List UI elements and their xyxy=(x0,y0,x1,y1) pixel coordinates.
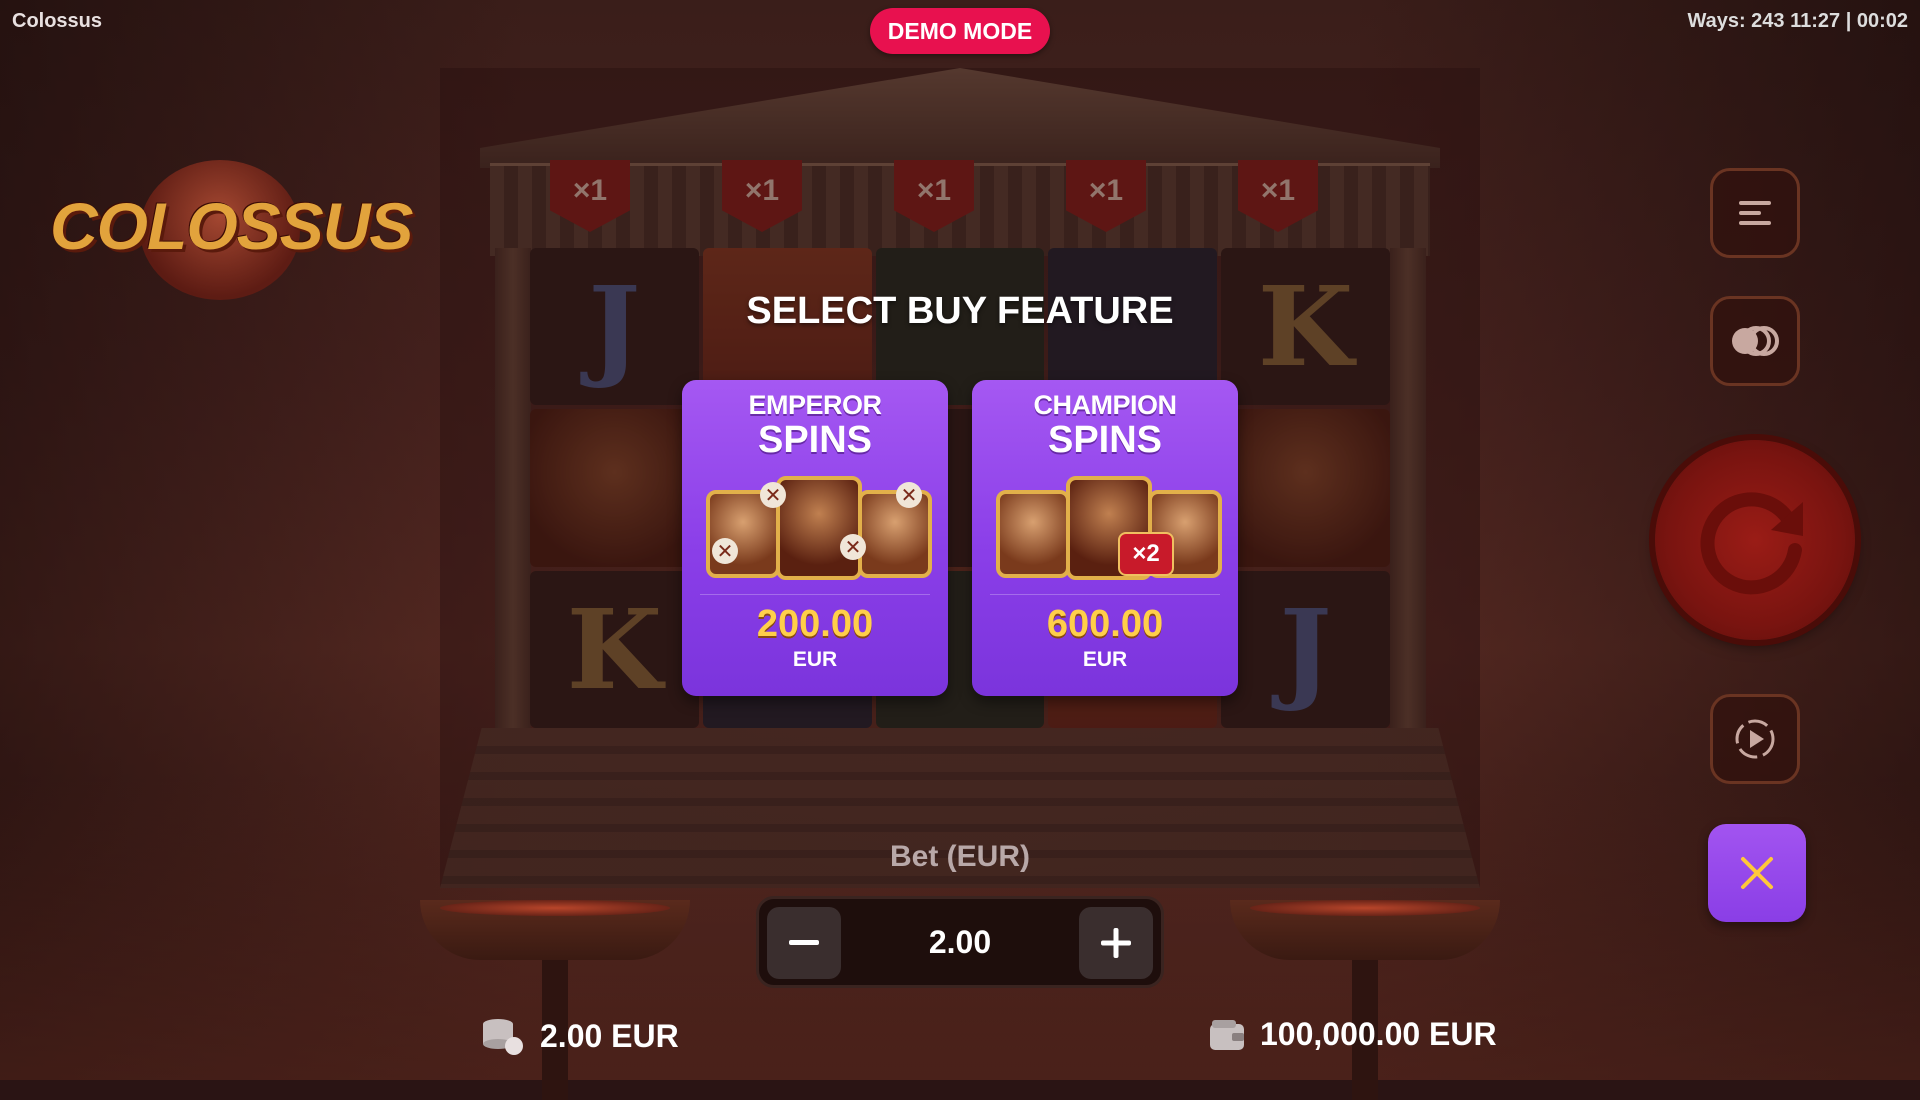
emperor-spins-card[interactable]: EMPEROR SPINS ✕ ✕ ✕ ✕ 200.00 EUR xyxy=(682,380,948,696)
card-portraits: ×2 xyxy=(990,476,1222,586)
x-mark-icon: ✕ xyxy=(840,534,866,560)
game-logo: COLOSSUS xyxy=(40,150,413,310)
warrior-portrait xyxy=(858,490,932,578)
card-currency: EUR xyxy=(792,648,838,671)
reel-symbol-k: K xyxy=(530,570,699,728)
brazier-fire xyxy=(1250,900,1480,916)
menu-icon xyxy=(1739,201,1771,225)
card-divider xyxy=(700,594,930,595)
reel-symbol-j: J xyxy=(1221,570,1390,728)
x-mark-icon: ✕ xyxy=(896,482,922,508)
card-divider xyxy=(990,594,1220,595)
turbo-toggle-button[interactable] xyxy=(1710,296,1800,386)
buy-feature-title: SELECT BUY FEATURE xyxy=(746,290,1174,332)
card-name-line1: EMPEROR xyxy=(748,390,882,420)
ways-clock-status: Ways: 243 11:27 | 00:02 xyxy=(1687,10,1908,32)
warrior-portrait xyxy=(996,490,1070,578)
autoplay-button[interactable] xyxy=(1710,694,1800,784)
card-name-line1: CHAMPION xyxy=(1033,390,1178,420)
wild-portrait xyxy=(776,476,862,580)
total-bet-display: 2.00 EUR xyxy=(480,1016,679,1056)
card-currency: EUR xyxy=(1082,648,1128,671)
demo-mode-badge: DEMO MODE xyxy=(870,8,1050,54)
x-mark-icon: ✕ xyxy=(712,538,738,564)
card-name-line2: SPINS xyxy=(757,419,873,461)
plus-icon xyxy=(1101,928,1131,958)
temple-roof xyxy=(480,68,1440,168)
card-portraits: ✕ ✕ ✕ ✕ xyxy=(700,476,932,586)
app-title: Colossus xyxy=(12,10,103,32)
balance-value: 100,000.00 EUR xyxy=(1260,1016,1497,1052)
reel-symbol-picture xyxy=(1221,409,1390,567)
minus-icon xyxy=(789,940,819,945)
autoplay-icon xyxy=(1735,719,1775,759)
card-name-line2: SPINS xyxy=(1047,419,1163,461)
total-bet-value: 2.00 EUR xyxy=(540,1017,679,1054)
toggle-icon xyxy=(1732,326,1779,356)
bet-label: Bet (EUR) xyxy=(890,840,1030,873)
brazier-fire xyxy=(440,900,670,916)
spin-icon xyxy=(1700,492,1803,595)
bet-decrease-button[interactable] xyxy=(767,907,841,979)
card-price: 600.00 xyxy=(1046,603,1164,645)
menu-button[interactable] xyxy=(1710,168,1800,258)
balance-display: 100,000.00 EUR xyxy=(1208,1016,1497,1053)
wallet-icon xyxy=(1210,1019,1244,1050)
card-price: 200.00 xyxy=(756,603,874,645)
spin-button[interactable] xyxy=(1655,440,1855,640)
slot-temple: ×1 ×1 ×1 ×1 ×1 JKKJ xyxy=(440,68,1480,888)
brazier-right xyxy=(1230,900,1500,1100)
reel-symbol-picture xyxy=(530,409,699,567)
bet-value: 2.00 xyxy=(928,923,992,960)
brazier-left xyxy=(420,900,690,1100)
bet-increase-button[interactable] xyxy=(1079,907,1153,979)
champion-spins-card[interactable]: CHAMPION SPINS ×2 600.00 EUR xyxy=(972,380,1238,696)
bet-stepper: 2.00 xyxy=(756,896,1164,988)
x-mark-icon: ✕ xyxy=(760,482,786,508)
coins-icon xyxy=(483,1019,523,1055)
multiplier-badge: ×2 xyxy=(1118,532,1174,576)
logo-text: COLOSSUS xyxy=(50,189,413,263)
